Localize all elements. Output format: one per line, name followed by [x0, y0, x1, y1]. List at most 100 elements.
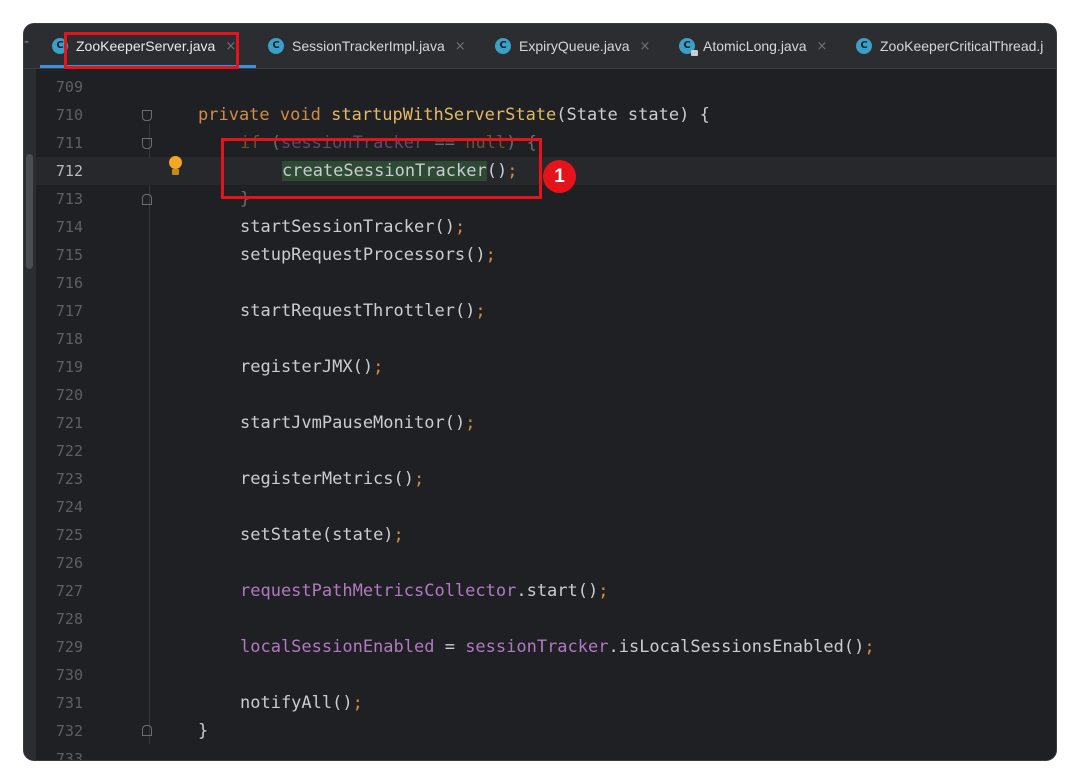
line-number: 724 — [55, 498, 83, 516]
code-token: () — [332, 693, 353, 713]
line-number: 727 — [55, 582, 83, 600]
line-number: 715 — [55, 246, 83, 264]
tab-atomiclong[interactable]: C AtomicLong.java × — [679, 24, 827, 68]
code-text: requestPathMetricsCollector.start(); — [240, 577, 608, 605]
code-line[interactable]: 725 setState(state); — [36, 521, 1056, 549]
code-line[interactable]: 729 localSessionEnabled = sessionTracker.… — [36, 633, 1056, 661]
code-text: private void startupWithServerState(Stat… — [198, 101, 710, 129]
code-token: void — [279, 105, 321, 125]
code-token: (state) — [321, 525, 394, 545]
code-line[interactable]: 717 startRequestThrottler(); — [36, 297, 1056, 325]
code-line[interactable]: 711 if (sessionTracker == null) { — [36, 129, 1056, 157]
code-token: ; — [864, 637, 875, 657]
tab-overflow-icon[interactable]: - — [24, 34, 36, 58]
code-text: registerMetrics(); — [240, 465, 424, 493]
code-token: startRequestThrottler — [240, 301, 455, 321]
code-token: startJvmPauseMonitor — [240, 413, 445, 433]
ide-window: - C ZooKeeperServer.java × C SessionTrac… — [24, 24, 1056, 760]
line-number: 722 — [55, 442, 83, 460]
fold-marker-icon[interactable] — [142, 725, 152, 736]
scrollbar-thumb[interactable] — [26, 154, 33, 269]
code-line[interactable]: 718 — [36, 325, 1056, 353]
tab-expiryqueue[interactable]: C ExpiryQueue.java × — [495, 24, 650, 68]
code-token: ; — [414, 469, 425, 489]
line-number: 729 — [55, 638, 83, 656]
code-line[interactable]: 710 private void startupWithServerState(S… — [36, 101, 1056, 129]
code-line[interactable]: 724 — [36, 493, 1056, 521]
code-line[interactable]: 713} — [36, 185, 1056, 213]
code-line[interactable]: 709 — [36, 73, 1056, 101]
fold-marker-icon[interactable] — [142, 194, 152, 205]
code-text: localSessionEnabled = sessionTracker.isL… — [240, 633, 875, 661]
code-token: startupWithServerState — [331, 105, 557, 125]
code-line[interactable]: 733 — [36, 745, 1056, 760]
line-number: 720 — [55, 386, 83, 404]
code-token: () — [454, 301, 476, 321]
code-line[interactable]: 726 — [36, 549, 1056, 577]
tab-label: ExpiryQueue.java — [519, 38, 630, 54]
code-line[interactable]: 721 startJvmPauseMonitor(); — [36, 409, 1056, 437]
code-token: () — [465, 245, 486, 265]
fold-marker-icon[interactable] — [142, 110, 152, 121]
highlight-box-code — [221, 138, 542, 199]
tab-zookeepercriticalthread[interactable]: C ZooKeeperCriticalThread.j — [856, 24, 1043, 68]
code-token: () — [393, 469, 415, 489]
code-line[interactable]: 732} — [36, 717, 1056, 745]
intention-bulb-icon[interactable] — [168, 156, 183, 178]
code-token: startSessionTracker — [240, 217, 435, 237]
code-token: (State state) { — [556, 105, 710, 125]
code-token: () — [434, 217, 455, 237]
java-class-locked-icon: C — [679, 38, 698, 56]
code-token: localSessionEnabled — [240, 637, 435, 657]
code-token: requestPathMetricsCollector — [240, 581, 517, 601]
code-token: sessionTracker — [465, 637, 609, 657]
fold-marker-icon[interactable] — [142, 138, 152, 149]
tab-sessiontrackerimpl[interactable]: C SessionTrackerImpl.java × — [268, 24, 466, 68]
code-token: ; — [485, 245, 496, 265]
line-number: 714 — [55, 218, 83, 236]
code-line[interactable]: 722 — [36, 437, 1056, 465]
code-token: () — [444, 413, 466, 433]
highlight-box-tab — [64, 32, 239, 69]
close-tab-icon[interactable]: × — [455, 39, 466, 54]
annotation-badge: 1 — [543, 160, 576, 193]
code-text: setState(state); — [240, 521, 404, 549]
code-line[interactable]: 728 — [36, 605, 1056, 633]
tab-label: AtomicLong.java — [703, 38, 807, 54]
code-line[interactable]: 715 setupRequestProcessors(); — [36, 241, 1056, 269]
code-line[interactable]: 719 registerJMX(); — [36, 353, 1056, 381]
line-number: 730 — [55, 666, 83, 684]
line-number: 718 — [55, 330, 83, 348]
lock-icon — [691, 50, 698, 56]
code-line[interactable]: 731 notifyAll(); — [36, 689, 1056, 717]
code-token: } — [198, 721, 209, 741]
code-token: notifyAll — [240, 693, 333, 713]
line-number: 710 — [55, 106, 83, 124]
code-text: startSessionTracker(); — [240, 213, 465, 241]
tab-label: SessionTrackerImpl.java — [292, 38, 445, 54]
java-class-icon: C — [268, 38, 284, 54]
code-line[interactable]: 727 requestPathMetricsCollector.start(); — [36, 577, 1056, 605]
code-line[interactable]: 714 startSessionTracker(); — [36, 213, 1056, 241]
close-tab-icon[interactable]: × — [640, 39, 651, 54]
code-token: setState — [240, 525, 322, 545]
code-line[interactable]: 730 — [36, 661, 1056, 689]
line-number: 725 — [55, 526, 83, 544]
line-number: 716 — [55, 274, 83, 292]
code-token: ; — [454, 217, 466, 237]
code-token: setupRequestProcessors — [240, 245, 466, 265]
java-class-icon: C — [495, 38, 511, 54]
left-tool-strip — [24, 69, 36, 760]
line-number: 709 — [55, 78, 83, 96]
code-token: ; — [352, 693, 363, 713]
tab-label: ZooKeeperCriticalThread.j — [880, 38, 1044, 54]
code-line[interactable]: 723 registerMetrics(); — [36, 465, 1056, 493]
code-token: ; — [598, 581, 609, 601]
code-line[interactable]: 720 — [36, 381, 1056, 409]
line-number: 731 — [55, 694, 83, 712]
close-tab-icon[interactable]: × — [817, 39, 828, 54]
code-line[interactable]: 716 — [36, 269, 1056, 297]
code-token: = — [434, 637, 466, 657]
code-token: .start() — [516, 581, 599, 601]
